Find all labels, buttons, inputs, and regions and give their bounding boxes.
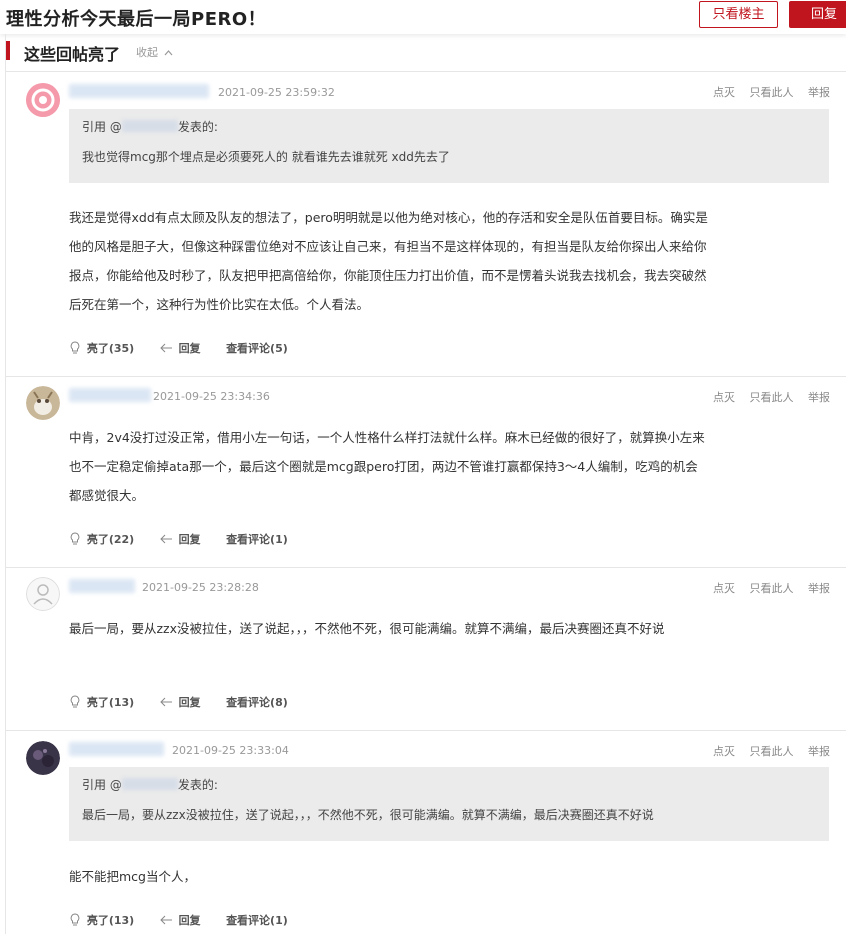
report-link[interactable]: 举报 xyxy=(808,391,830,404)
view-comments-link[interactable]: 查看评论(1) xyxy=(226,531,288,547)
quote-body: 最后一局，要从zzx没被拉住，送了说起，，，不然他不死，很可能满编。就算不满编，… xyxy=(82,808,654,822)
reply-post: 2021-09-25 23:33:04 点灭 只看此人 举报 引用 @ 发表的: … xyxy=(6,731,846,934)
reply-arrow-icon xyxy=(160,534,172,544)
post-ops: 点灭 只看此人 举报 xyxy=(702,743,830,759)
username[interactable] xyxy=(69,742,164,756)
only-this-user-link[interactable]: 只看此人 xyxy=(750,391,794,404)
light-count: 亮了(13) xyxy=(86,696,135,709)
post-time: 2021-09-25 23:33:04 xyxy=(172,744,289,757)
post-actions: 亮了(13) 回复 查看评论(8) xyxy=(69,694,310,710)
light-count: 亮了(22) xyxy=(86,533,135,546)
quoted-user[interactable] xyxy=(121,120,178,132)
light-button[interactable]: 亮了(22) xyxy=(69,531,134,547)
reply-label: 回复 xyxy=(178,533,201,546)
light-button[interactable]: 亮了(13) xyxy=(69,912,134,928)
thread-title: 理性分析今天最后一局PERO！ xyxy=(6,9,267,30)
post-content: 能不能把mcg当个人， xyxy=(69,869,196,884)
quote-header: 引用 @ 发表的: xyxy=(82,118,816,137)
view-comments-link[interactable]: 查看评论(1) xyxy=(226,912,288,928)
avatar[interactable] xyxy=(26,741,60,775)
user-avatar-icon xyxy=(26,741,60,775)
post-actions: 亮了(13) 回复 查看评论(1) xyxy=(69,912,310,928)
light-bulb-icon xyxy=(70,341,80,354)
user-avatar-icon xyxy=(26,83,60,117)
reply-arrow-icon xyxy=(160,915,172,925)
post-actions: 亮了(22) 回复 查看评论(1) xyxy=(69,531,310,547)
view-comments-link[interactable]: 查看评论(8) xyxy=(226,694,288,710)
top-bar: 理性分析今天最后一局PERO！ 只看楼主 回复 xyxy=(0,0,846,34)
view-comments-link[interactable]: 查看评论(5) xyxy=(226,340,288,356)
light-off-link[interactable]: 点灭 xyxy=(713,86,735,99)
chevron-up-icon xyxy=(164,50,172,56)
post-ops: 点灭 只看此人 举报 xyxy=(702,389,830,405)
only-owner-button[interactable]: 只看楼主 xyxy=(699,1,778,28)
quote-block: 引用 @ 发表的: 我也觉得mcg那个埋点是必须要死人的 就看谁先去谁就死 xdd… xyxy=(69,109,829,183)
quote-block: 引用 @ 发表的: 最后一局，要从zzx没被拉住，送了说起，，，不然他不死，很可能… xyxy=(69,767,829,841)
report-link[interactable]: 举报 xyxy=(808,745,830,758)
quote-prefix: 引用 @ xyxy=(82,778,122,792)
reply-arrow-icon xyxy=(160,343,172,353)
post-content: 最后一局，要从zzx没被拉住，送了说起，，，不然他不死，很可能满编。就算不满编，… xyxy=(69,621,665,636)
post-time: 2021-09-25 23:34:36 xyxy=(153,390,270,403)
post-ops: 点灭 只看此人 举报 xyxy=(702,84,830,100)
reply-label: 回复 xyxy=(178,914,201,927)
reply-label: 回复 xyxy=(178,342,201,355)
light-off-link[interactable]: 点灭 xyxy=(713,745,735,758)
report-link[interactable]: 举报 xyxy=(808,86,830,99)
reply-label: 回复 xyxy=(178,696,201,709)
only-this-user-link[interactable]: 只看此人 xyxy=(750,745,794,758)
reply-arrow-icon xyxy=(160,697,172,707)
quoted-user[interactable] xyxy=(121,778,178,790)
only-this-user-link[interactable]: 只看此人 xyxy=(750,86,794,99)
post-ops: 点灭 只看此人 举报 xyxy=(702,580,830,596)
quote-suffix: 发表的: xyxy=(177,120,218,134)
section-accent-bar xyxy=(6,41,10,60)
reply-link[interactable]: 回复 xyxy=(160,912,201,928)
post-content: 我还是觉得xdd有点太顾及队友的想法了，pero明明就是以他为绝对核心，他的存活… xyxy=(69,210,708,312)
light-bulb-icon xyxy=(70,695,80,708)
reply-link[interactable]: 回复 xyxy=(160,531,201,547)
post-content: 中肯，2v4没打过没正常，借用小左一句话，一个人性格什么样打法就什么样。麻木已经… xyxy=(69,430,705,503)
report-link[interactable]: 举报 xyxy=(808,582,830,595)
reply-button[interactable]: 回复 xyxy=(789,1,846,28)
post-time: 2021-09-25 23:28:28 xyxy=(142,581,259,594)
username[interactable] xyxy=(69,388,151,402)
light-off-link[interactable]: 点灭 xyxy=(713,391,735,404)
only-this-user-link[interactable]: 只看此人 xyxy=(750,582,794,595)
light-count: 亮了(13) xyxy=(86,914,135,927)
post-time: 2021-09-25 23:59:32 xyxy=(218,86,335,99)
quote-suffix: 发表的: xyxy=(177,778,218,792)
collapse-toggle[interactable]: 收起 xyxy=(136,44,173,60)
quote-header: 引用 @ 发表的: xyxy=(82,776,816,795)
post-actions: 亮了(35) 回复 查看评论(5) xyxy=(69,340,310,356)
reply-post: 2021-09-25 23:34:36 点灭 只看此人 举报 中肯，2v4没打过… xyxy=(6,377,846,568)
section-title: 这些回帖亮了 xyxy=(24,45,121,64)
default-avatar-icon xyxy=(26,577,60,611)
reply-link[interactable]: 回复 xyxy=(160,694,201,710)
light-bulb-icon xyxy=(70,532,80,545)
avatar[interactable] xyxy=(26,386,60,420)
light-bulb-icon xyxy=(70,913,80,926)
username[interactable] xyxy=(69,579,135,593)
avatar[interactable] xyxy=(26,577,60,611)
hot-replies-section: 这些回帖亮了 收起 2021-09-25 23:59:32 点灭 只看此人 举报… xyxy=(5,34,846,934)
reply-link[interactable]: 回复 xyxy=(160,340,201,356)
light-button[interactable]: 亮了(13) xyxy=(69,694,134,710)
quote-body: 我也觉得mcg那个埋点是必须要死人的 就看谁先去谁就死 xdd先去了 xyxy=(82,150,450,164)
light-button[interactable]: 亮了(35) xyxy=(69,340,134,356)
collapse-label: 收起 xyxy=(136,46,158,59)
section-header: 这些回帖亮了 收起 xyxy=(6,34,846,72)
user-avatar-icon xyxy=(26,386,60,420)
reply-post: 2021-09-25 23:59:32 点灭 只看此人 举报 引用 @ 发表的: … xyxy=(6,72,846,377)
reply-post: 2021-09-25 23:28:28 点灭 只看此人 举报 最后一局，要从zz… xyxy=(6,568,846,731)
light-off-link[interactable]: 点灭 xyxy=(713,582,735,595)
quote-prefix: 引用 @ xyxy=(82,120,122,134)
username[interactable] xyxy=(69,84,209,98)
light-count: 亮了(35) xyxy=(86,342,135,355)
avatar[interactable] xyxy=(26,83,60,117)
